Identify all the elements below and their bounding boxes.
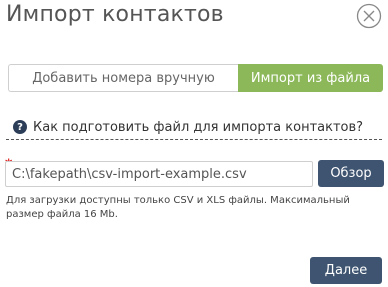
- import-contacts-dialog: Импорт контактов Добавить номера вручную…: [0, 0, 388, 287]
- close-button[interactable]: [356, 3, 382, 29]
- help-link-text: Как подготовить файл для импорта контакт…: [33, 119, 364, 135]
- dialog-title: Импорт контактов: [6, 2, 224, 27]
- tab-file-import[interactable]: Импорт из файла: [238, 64, 383, 92]
- browse-button[interactable]: Обзор: [318, 160, 384, 187]
- file-requirements-hint: Для загрузки доступны только CSV и XLS ф…: [6, 195, 350, 220]
- tab-manual-entry[interactable]: Добавить номера вручную: [8, 64, 238, 92]
- next-button[interactable]: Далее: [310, 257, 382, 284]
- question-circle-icon: ?: [13, 120, 27, 134]
- close-icon: [356, 3, 382, 29]
- import-mode-tabs: Добавить номера вручную Импорт из файла: [8, 64, 383, 92]
- file-format-help-link[interactable]: ? Как подготовить файл для импорта конта…: [6, 115, 382, 140]
- file-path-input[interactable]: C:\fakepath\csv-import-example.csv: [5, 161, 313, 187]
